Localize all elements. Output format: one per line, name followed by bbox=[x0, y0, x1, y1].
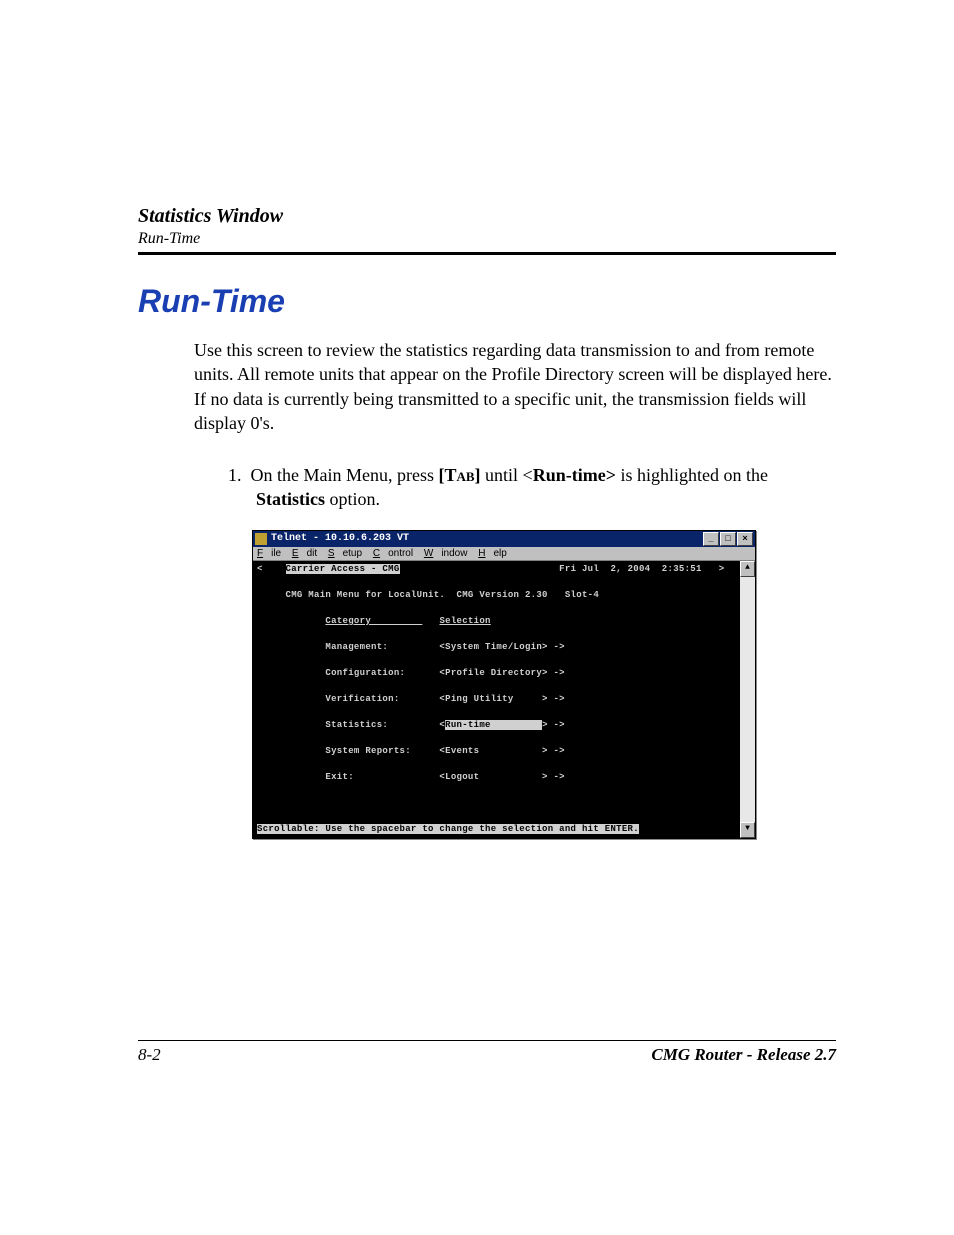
close-button[interactable]: × bbox=[737, 532, 753, 546]
page-number: 8-2 bbox=[138, 1045, 161, 1065]
scrollbar[interactable]: ▲ ▼ bbox=[740, 561, 755, 838]
intro-paragraph: Use this screen to review the statistics… bbox=[194, 338, 836, 435]
step-post1: is highlighted on the bbox=[616, 465, 768, 485]
menu-edit[interactable]: Edit bbox=[292, 548, 317, 559]
step-runtime: Run-time> bbox=[533, 465, 616, 485]
app-icon bbox=[255, 533, 267, 545]
step-mid: until < bbox=[481, 465, 533, 485]
main-heading: Run-Time bbox=[138, 283, 836, 320]
menu-window[interactable]: Window bbox=[424, 548, 468, 559]
page-footer: 8-2 CMG Router - Release 2.7 bbox=[138, 1040, 836, 1065]
step-number: 1. bbox=[228, 465, 242, 485]
menu-file[interactable]: File bbox=[257, 548, 281, 559]
scroll-up-button[interactable]: ▲ bbox=[740, 561, 755, 577]
minimize-button[interactable]: _ bbox=[703, 532, 719, 546]
window-titlebar[interactable]: Telnet - 10.10.6.203 VT _ □ × bbox=[253, 531, 755, 547]
menu-control[interactable]: Control bbox=[373, 548, 413, 559]
header-section-title: Statistics Window bbox=[138, 205, 836, 228]
scroll-down-button[interactable]: ▼ bbox=[740, 822, 755, 838]
terminal-screen[interactable]: < Carrier Access - CMG Fri Jul 2, 2004 2… bbox=[253, 561, 740, 838]
header-subtitle: Run-Time bbox=[138, 230, 836, 248]
menu-help[interactable]: Help bbox=[478, 548, 507, 559]
step-1: 1. On the Main Menu, press [Tab] until <… bbox=[228, 463, 836, 512]
step-pre: On the Main Menu, press bbox=[251, 465, 439, 485]
header-rule bbox=[138, 252, 836, 255]
window-title: Telnet - 10.10.6.203 VT bbox=[271, 533, 702, 544]
footer-rule bbox=[138, 1040, 836, 1041]
menu-setup[interactable]: Setup bbox=[328, 548, 362, 559]
step-tab-key: [Tab] bbox=[438, 465, 480, 485]
telnet-window: Telnet - 10.10.6.203 VT _ □ × File Edit … bbox=[252, 530, 756, 839]
step-post2: option. bbox=[325, 489, 380, 509]
maximize-button[interactable]: □ bbox=[720, 532, 736, 546]
scroll-track[interactable] bbox=[740, 577, 755, 822]
step-stats: Statistics bbox=[256, 489, 325, 509]
doc-title-footer: CMG Router - Release 2.7 bbox=[651, 1045, 836, 1065]
menubar: File Edit Setup Control Window Help bbox=[253, 547, 755, 561]
